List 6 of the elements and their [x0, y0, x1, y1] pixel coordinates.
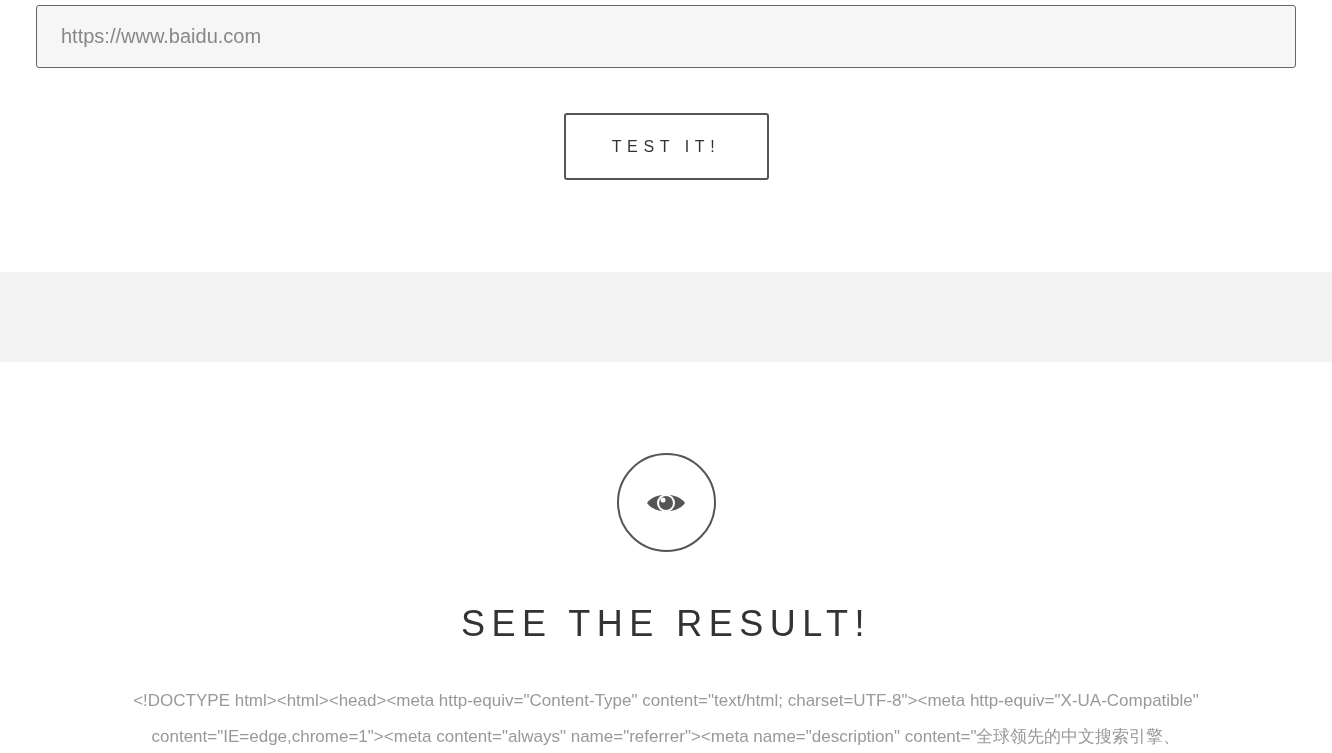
test-it-button[interactable]: TEST IT!	[563, 113, 769, 180]
eye-icon	[616, 453, 716, 552]
url-field[interactable]: https://www.baidu.com	[36, 5, 1296, 68]
section-heading: SEE THE RESULT!	[461, 602, 871, 646]
result-text-line: content="IE=edge,chrome=1"><meta content="always" name="referrer"><meta name="description" content="全球领先的中文搜索引擎、	[151, 726, 1181, 748]
result-text-line: <!DOCTYPE html><html><head><meta http-equiv="Content-Type" content="text/html; charset=UTF-8"><meta http-equiv="X-UA-Compatible"	[133, 690, 1199, 712]
